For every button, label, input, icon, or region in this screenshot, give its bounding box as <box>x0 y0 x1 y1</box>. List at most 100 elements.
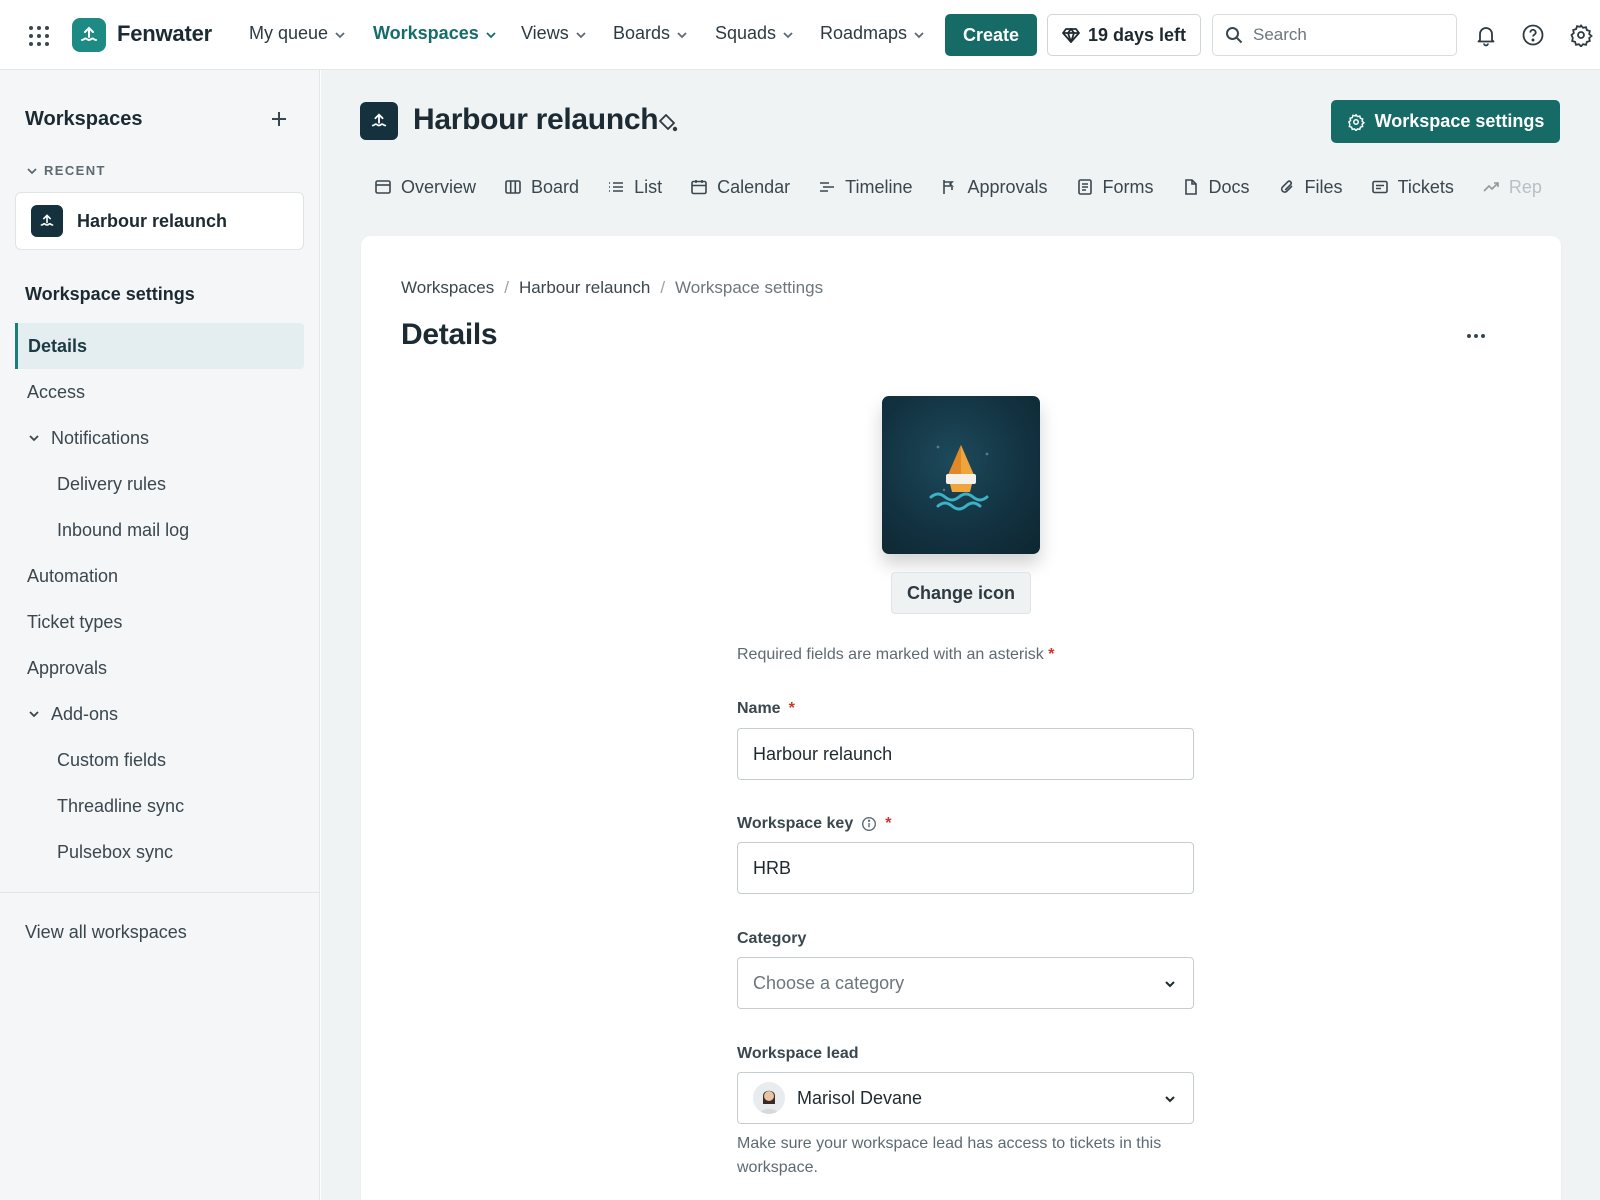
sidebar-item-pulsebox-sync[interactable]: Pulsebox sync <box>15 829 304 875</box>
change-icon-button[interactable]: Change icon <box>891 572 1031 614</box>
chevron-down-icon <box>29 435 39 442</box>
tab-label: Board <box>531 176 580 197</box>
workspace-key-field[interactable] <box>737 842 1194 894</box>
sidebar-item-details[interactable]: Details <box>15 323 304 369</box>
app-switcher-icon[interactable] <box>27 24 51 48</box>
boat-illustration-icon <box>929 445 989 511</box>
breadcrumb-separator: / <box>660 278 666 297</box>
tab-approvals[interactable]: Approvals <box>940 177 1048 198</box>
chevron-down-icon <box>29 711 39 718</box>
required-asterisk: * <box>788 700 795 717</box>
sidebar-item-label: Custom fields <box>57 749 167 770</box>
category-label-text: Category <box>737 930 807 947</box>
paperclip-icon <box>1280 180 1293 193</box>
nav-boards[interactable]: Boards <box>613 23 688 44</box>
sidebar-item-label: Pulsebox sync <box>57 841 174 862</box>
tab-overview[interactable]: Overview <box>374 177 476 198</box>
nav-squads[interactable]: Squads <box>715 23 794 44</box>
view-all-workspaces-link[interactable]: View all workspaces <box>25 922 187 943</box>
calendar-icon <box>691 180 707 195</box>
name-field[interactable] <box>737 728 1194 780</box>
recent-workspace-name: Harbour relaunch <box>77 210 228 231</box>
create-button[interactable]: Create <box>945 14 1037 56</box>
trial-days-button[interactable]: 19 days left <box>1047 14 1201 56</box>
sidebar-item-delivery-rules[interactable]: Delivery rules <box>15 461 304 507</box>
tab-label: Overview <box>401 176 477 197</box>
sidebar-item-add-ons[interactable]: Add-ons <box>15 691 304 737</box>
required-fields-note: Required fields are marked with an aster… <box>737 646 1055 664</box>
fenwater-logo-icon[interactable] <box>72 18 106 52</box>
tab-board[interactable]: Board <box>504 177 579 198</box>
breadcrumb-harbour-relaunch[interactable]: Harbour relaunch <box>519 278 650 298</box>
sidebar-item-label: Approvals <box>27 657 108 678</box>
chevron-down-icon <box>486 31 496 38</box>
sidebar-divider <box>0 892 320 893</box>
info-icon[interactable] <box>861 816 877 832</box>
sidebar-item-automation[interactable]: Automation <box>15 553 304 599</box>
sidebar-item-label: Details <box>28 335 88 356</box>
name-label-text: Name <box>737 700 781 717</box>
chevron-down-icon <box>1165 981 1175 988</box>
sidebar-item-label: Add-ons <box>51 703 119 724</box>
sidebar-item-label: Ticket types <box>27 611 123 632</box>
nav-label: My queue <box>249 23 329 43</box>
sidebar-item-access[interactable]: Access <box>15 369 304 415</box>
paint-bucket-icon[interactable] <box>656 112 678 134</box>
tab-label: List <box>634 176 663 197</box>
tab-label: Docs <box>1208 176 1250 197</box>
sidebar-item-approvals[interactable]: Approvals <box>15 645 304 691</box>
bell-icon[interactable] <box>1474 23 1498 47</box>
sidebar-item-threadline-sync[interactable]: Threadline sync <box>15 783 304 829</box>
chevron-down-icon <box>783 31 793 38</box>
trend-icon <box>1483 182 1499 192</box>
forms-icon <box>1077 179 1092 195</box>
sidebar-title: Workspaces <box>25 108 143 130</box>
chevron-down-icon <box>1165 1096 1175 1103</box>
nav-my-queue[interactable]: My queue <box>249 23 346 44</box>
recent-workspace-card[interactable]: Harbour relaunch <box>15 192 304 250</box>
category-select[interactable]: Choose a category <box>737 957 1194 1009</box>
recent-label: RECENT <box>44 163 106 178</box>
tab-calendar[interactable]: Calendar <box>690 177 790 198</box>
nav-views[interactable]: Views <box>521 23 587 44</box>
more-icon[interactable] <box>1462 322 1490 350</box>
sidebar-item-notifications[interactable]: Notifications <box>15 415 304 461</box>
overview-icon <box>375 180 391 194</box>
plus-icon[interactable] <box>268 108 290 130</box>
tab-list[interactable]: List <box>607 177 662 198</box>
sidebar-item-custom-fields[interactable]: Custom fields <box>15 737 304 783</box>
search-input[interactable] <box>1253 25 1433 45</box>
brand-name[interactable]: Fenwater <box>117 21 212 47</box>
tab-reports[interactable]: Rep <box>1482 177 1542 198</box>
breadcrumb-workspace-settings[interactable]: Workspace settings <box>675 278 823 298</box>
category-placeholder: Choose a category <box>753 972 905 993</box>
tab-forms[interactable]: Forms <box>1076 177 1154 198</box>
nav-roadmaps[interactable]: Roadmaps <box>820 23 925 44</box>
trial-label: 19 days left <box>1087 24 1187 45</box>
main-content: Harbour relaunch Workspace settings Over… <box>321 70 1600 1200</box>
list-icon <box>609 182 624 192</box>
page-title: Harbour relaunch <box>413 103 659 136</box>
tab-tickets[interactable]: Tickets <box>1371 177 1454 198</box>
sidebar-item-label: Notifications <box>51 427 150 448</box>
sidebar-item-inbound-mail-log[interactable]: Inbound mail log <box>15 507 304 553</box>
workspace-lead-select[interactable]: Marisol Devane <box>737 1072 1194 1124</box>
tab-timeline[interactable]: Timeline <box>818 177 912 198</box>
gear-icon <box>1347 113 1365 131</box>
tab-files[interactable]: Files <box>1278 177 1343 198</box>
breadcrumb-workspaces[interactable]: Workspaces <box>401 278 494 298</box>
name-label: Name * <box>737 700 795 718</box>
help-icon[interactable] <box>1521 23 1545 47</box>
sidebar-item-ticket-types[interactable]: Ticket types <box>15 599 304 645</box>
workspace-lead-value: Marisol Devane <box>797 1087 923 1108</box>
nav-label: Views <box>521 23 569 43</box>
nav-workspaces[interactable]: Workspaces <box>373 23 497 44</box>
breadcrumb: Workspaces / Harbour relaunch / Workspac… <box>401 278 823 298</box>
workspace-settings-button[interactable]: Workspace settings <box>1331 100 1560 143</box>
chevron-down-icon <box>677 31 687 38</box>
search-box[interactable] <box>1212 14 1457 56</box>
gear-icon[interactable] <box>1569 23 1593 47</box>
recent-section-toggle[interactable]: RECENT <box>26 163 106 178</box>
tab-docs[interactable]: Docs <box>1182 177 1250 198</box>
search-icon <box>1226 27 1243 44</box>
